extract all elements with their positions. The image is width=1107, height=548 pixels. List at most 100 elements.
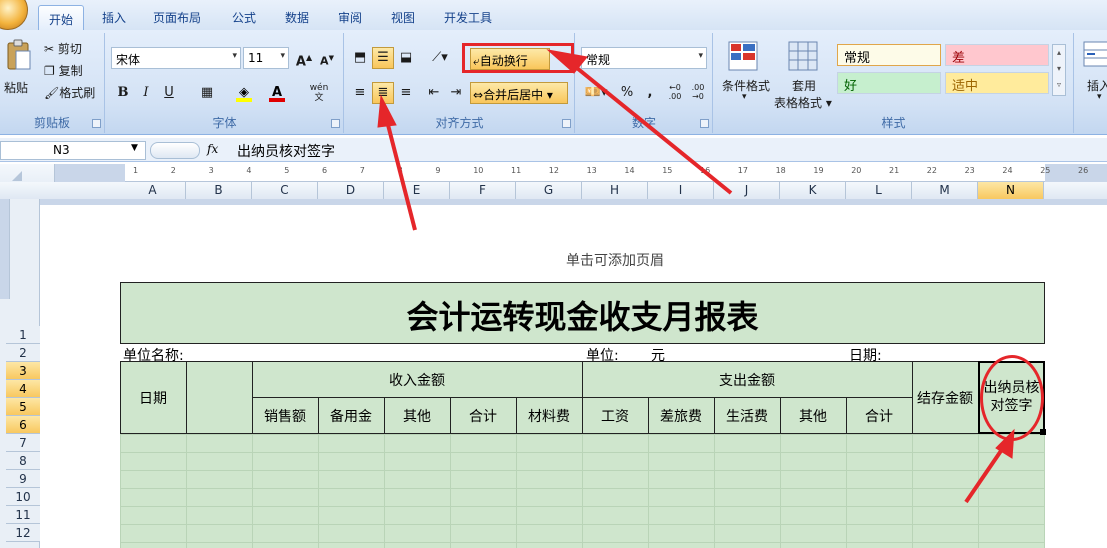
formula-input[interactable]: 出纳员核对签字 bbox=[237, 141, 335, 161]
column-header-I[interactable]: I bbox=[648, 182, 714, 199]
income-col-total[interactable]: 合计 bbox=[450, 406, 516, 426]
comma-button[interactable]: , bbox=[639, 82, 661, 104]
format-painter-button[interactable]: 🖌格式刷 bbox=[44, 84, 95, 101]
styles-scroll[interactable]: ▴ ▾ ▿ bbox=[1052, 44, 1066, 96]
column-header-A[interactable]: A bbox=[120, 182, 186, 199]
fill-color-icon[interactable]: ◈ bbox=[233, 82, 255, 104]
format-as-table-icon[interactable] bbox=[788, 41, 818, 71]
paste-icon[interactable] bbox=[6, 39, 32, 71]
balance-header[interactable]: 结存金额 bbox=[912, 388, 978, 408]
expense-col-living[interactable]: 生活费 bbox=[714, 406, 780, 426]
row-header-4[interactable]: 4 bbox=[6, 380, 40, 398]
align-right-icon[interactable]: ≡ bbox=[395, 82, 417, 104]
column-header-B[interactable]: B bbox=[186, 182, 252, 199]
unit-name-label[interactable]: 单位名称: bbox=[123, 345, 184, 365]
row-header-7[interactable]: 7 bbox=[6, 434, 40, 452]
number-launcher-icon[interactable] bbox=[700, 119, 709, 128]
income-col-sales[interactable]: 销售额 bbox=[252, 406, 318, 426]
align-center-icon[interactable]: ≣ bbox=[372, 82, 394, 104]
expense-col-wages[interactable]: 工资 bbox=[582, 406, 648, 426]
currency-icon[interactable]: 💴▾ bbox=[581, 82, 611, 104]
style-neutral[interactable]: 适中 bbox=[945, 72, 1049, 94]
font-color-icon[interactable]: A bbox=[266, 82, 288, 104]
column-header-J[interactable]: J bbox=[714, 182, 780, 199]
align-top-icon[interactable]: ⬒ bbox=[349, 47, 371, 69]
row-header-11[interactable]: 11 bbox=[6, 506, 40, 524]
percent-button[interactable]: % bbox=[616, 82, 638, 104]
tab-page-layout[interactable]: 页面布局 bbox=[153, 9, 201, 26]
date-label[interactable]: 日期: bbox=[849, 345, 882, 365]
style-good[interactable]: 好 bbox=[837, 72, 941, 94]
borders-icon[interactable]: ▦ bbox=[196, 82, 218, 104]
column-header-D[interactable]: D bbox=[318, 182, 384, 199]
name-box[interactable]: N3 bbox=[0, 141, 146, 160]
align-bottom-icon[interactable]: ⬓ bbox=[395, 47, 417, 69]
font-launcher-icon[interactable] bbox=[331, 119, 340, 128]
number-format-select[interactable]: 常规 ▾ bbox=[581, 47, 707, 69]
align-middle-icon[interactable]: ☰ bbox=[372, 47, 394, 69]
paste-button[interactable]: 粘贴 bbox=[4, 79, 28, 96]
tab-formulas[interactable]: 公式 bbox=[232, 9, 256, 26]
format-as-table-label-1[interactable]: 套用 bbox=[792, 77, 816, 94]
cut-button[interactable]: ✂ 剪切 bbox=[44, 40, 82, 57]
column-header-N[interactable]: N bbox=[978, 182, 1044, 199]
increase-decimal-button[interactable]: ←0.00 bbox=[664, 82, 686, 104]
decrease-indent-icon[interactable]: ⇤ bbox=[423, 82, 445, 104]
merge-center-button[interactable]: ⇔合并后居中 ▾ bbox=[470, 82, 568, 104]
column-header-C[interactable]: C bbox=[252, 182, 318, 199]
tab-insert[interactable]: 插入 bbox=[102, 9, 126, 26]
unit-label[interactable]: 单位: bbox=[586, 345, 619, 365]
col-date[interactable]: 日期 bbox=[120, 388, 186, 408]
column-header-G[interactable]: G bbox=[516, 182, 582, 199]
column-header-F[interactable]: F bbox=[450, 182, 516, 199]
conditional-format-icon[interactable] bbox=[728, 41, 758, 71]
font-name-select[interactable]: 宋体 ▾ bbox=[111, 47, 241, 69]
insert-function-icon[interactable]: fx bbox=[207, 142, 218, 156]
chevron-down-icon[interactable]: ▼ bbox=[131, 143, 138, 153]
expense-col-travel[interactable]: 差旅费 bbox=[648, 406, 714, 426]
column-header-L[interactable]: L bbox=[846, 182, 912, 199]
copy-button[interactable]: ❐ 复制 bbox=[44, 62, 83, 79]
shrink-font-button[interactable]: A▼ bbox=[316, 47, 338, 69]
row-header-2[interactable]: 2 bbox=[6, 344, 40, 362]
phonetic-guide-button[interactable]: wén 文 bbox=[304, 82, 334, 104]
tab-data[interactable]: 数据 bbox=[285, 9, 309, 26]
alignment-launcher-icon[interactable] bbox=[562, 119, 571, 128]
row-header-5[interactable]: 5 bbox=[6, 398, 40, 416]
style-bad[interactable]: 差 bbox=[945, 44, 1049, 66]
clipboard-launcher-icon[interactable] bbox=[92, 119, 101, 128]
underline-button[interactable]: U bbox=[158, 82, 180, 104]
column-header-M[interactable]: M bbox=[912, 182, 978, 199]
decrease-decimal-button[interactable]: .00 →0 bbox=[687, 82, 709, 104]
row-header-3[interactable]: 3 bbox=[6, 362, 40, 380]
expense-col-total[interactable]: 合计 bbox=[846, 406, 912, 426]
column-header-K[interactable]: K bbox=[780, 182, 846, 199]
office-button[interactable] bbox=[0, 0, 28, 30]
insert-cells-icon[interactable] bbox=[1083, 41, 1107, 67]
align-left-icon[interactable]: ≡ bbox=[349, 82, 371, 104]
font-size-select[interactable]: 11 ▾ bbox=[243, 47, 289, 69]
formula-bar-splitter[interactable] bbox=[150, 142, 200, 159]
tab-developer[interactable]: 开发工具 bbox=[444, 9, 492, 26]
unit-value[interactable]: 元 bbox=[651, 345, 665, 365]
column-header-E[interactable]: E bbox=[384, 182, 450, 199]
format-as-table-button[interactable]: 表格格式 ▾ bbox=[774, 94, 832, 111]
tab-view[interactable]: 视图 bbox=[391, 9, 415, 26]
tab-home[interactable]: 开始 bbox=[38, 5, 85, 30]
income-col-materials[interactable]: 材料费 bbox=[516, 406, 582, 426]
grow-font-button[interactable]: A▲ bbox=[293, 47, 315, 69]
fill-handle[interactable] bbox=[1040, 429, 1046, 435]
orientation-icon[interactable]: ⟋▾ bbox=[425, 47, 455, 69]
row-header-6[interactable]: 6 bbox=[6, 416, 40, 434]
bold-button[interactable]: B bbox=[112, 82, 134, 104]
row-header-8[interactable]: 8 bbox=[6, 452, 40, 470]
expense-header[interactable]: 支出金额 bbox=[582, 370, 912, 390]
column-header-H[interactable]: H bbox=[582, 182, 648, 199]
report-title[interactable]: 会计运转现金收支月报表 bbox=[120, 292, 1045, 338]
tab-review[interactable]: 审阅 bbox=[338, 9, 362, 26]
row-header-1[interactable]: 1 bbox=[6, 326, 40, 344]
row-header-10[interactable]: 10 bbox=[6, 488, 40, 506]
italic-button[interactable]: I bbox=[135, 82, 157, 104]
style-normal[interactable]: 常规 bbox=[837, 44, 941, 66]
header-hint[interactable]: 单击可添加页眉 bbox=[120, 250, 1107, 270]
